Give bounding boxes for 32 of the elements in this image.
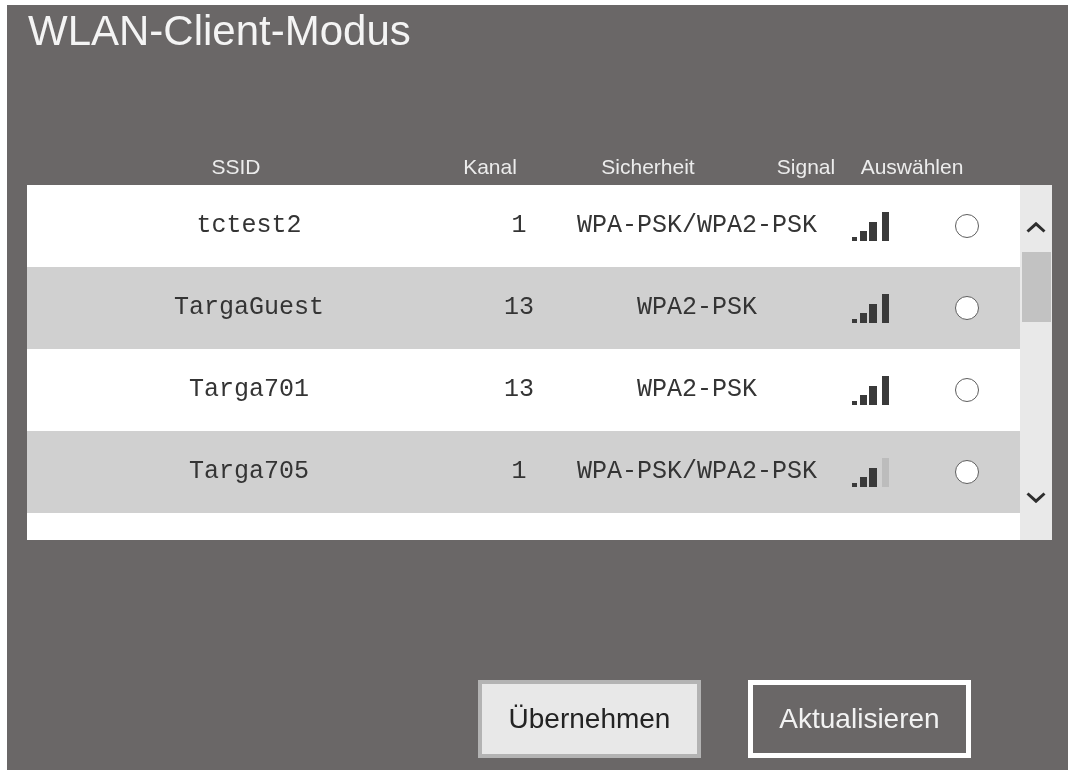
apply-button[interactable]: Übernehmen xyxy=(478,680,701,758)
channel-number: 13 xyxy=(504,375,534,405)
column-header: Signal xyxy=(776,154,836,180)
network-row[interactable]: Targa705 1 WPA-PSK/WPA2-PSK xyxy=(27,431,1020,513)
window-title: WLAN-Client-Modus xyxy=(27,7,411,55)
security-type: WPA-PSK/WPA2-PSK xyxy=(576,211,817,241)
network-row[interactable]: Targa701 13 WPA2-PSK xyxy=(27,349,1020,431)
network-row[interactable]: tctest2 1 WPA-PSK/WPA2-PSK xyxy=(27,185,1020,267)
ssid-text: TargaGuest xyxy=(174,293,324,323)
network-row[interactable]: TargaGuest 13 WPA2-PSK xyxy=(27,267,1020,349)
channel-number: 1 xyxy=(511,211,527,241)
refresh-button[interactable]: Aktualisieren xyxy=(748,680,971,758)
channel-number: 1 xyxy=(511,457,527,487)
channel-number: 13 xyxy=(504,293,534,323)
chevron-down-icon[interactable] xyxy=(1026,492,1046,503)
ssid-text: Targa705 xyxy=(189,457,309,487)
security-type: WPA2-PSK xyxy=(637,375,757,405)
scrollbar[interactable] xyxy=(1020,185,1052,540)
scrollbar-thumb[interactable] xyxy=(1021,252,1051,322)
radio-button[interactable] xyxy=(954,460,979,484)
radio-button[interactable] xyxy=(954,378,979,402)
security-type: WPA-PSK/WPA2-PSK xyxy=(576,457,817,487)
ssid-text: Targa701 xyxy=(189,375,309,405)
ssid-text: tctest2 xyxy=(196,211,302,241)
column-header: Sicherheit xyxy=(601,154,695,180)
radio-button[interactable] xyxy=(954,214,979,238)
column-header: Auswählen xyxy=(860,154,964,180)
column-header: Kanal xyxy=(463,154,517,180)
column-header: SSID xyxy=(211,154,261,180)
chevron-up-icon[interactable] xyxy=(1026,222,1046,233)
radio-button[interactable] xyxy=(954,296,979,320)
security-type: WPA2-PSK xyxy=(637,293,757,323)
